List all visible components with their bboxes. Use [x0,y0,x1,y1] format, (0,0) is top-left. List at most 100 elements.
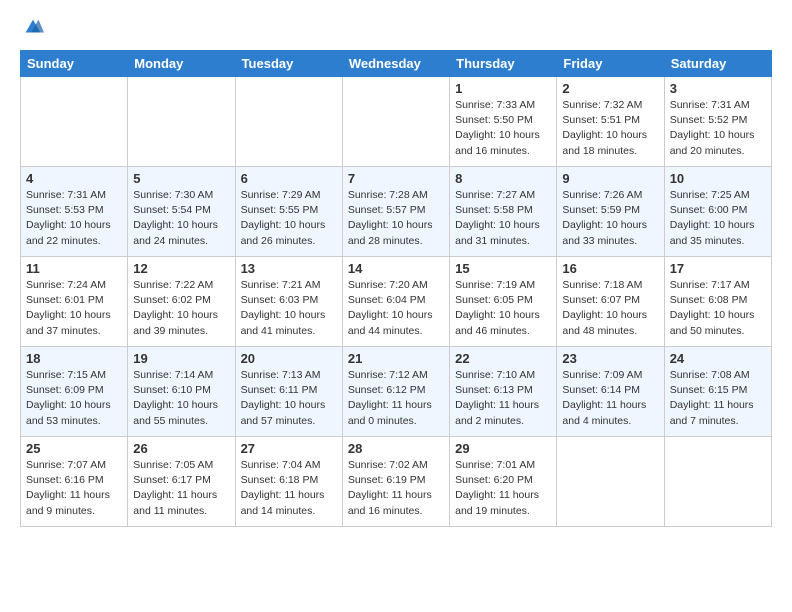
day-number: 2 [562,81,658,96]
col-header-sunday: Sunday [21,51,128,77]
day-info: Sunrise: 7:29 AM Sunset: 5:55 PM Dayligh… [241,188,337,249]
day-cell: 7 Sunrise: 7:28 AM Sunset: 5:57 PM Daylig… [342,167,449,257]
day-info: Sunrise: 7:05 AM Sunset: 6:17 PM Dayligh… [133,458,229,519]
day-number: 4 [26,171,122,186]
day-cell: 15 Sunrise: 7:19 AM Sunset: 6:05 PM Dayli… [450,257,557,347]
day-number: 10 [670,171,766,186]
day-cell: 21 Sunrise: 7:12 AM Sunset: 6:12 PM Dayli… [342,347,449,437]
header [20,16,772,38]
day-info: Sunrise: 7:12 AM Sunset: 6:12 PM Dayligh… [348,368,444,429]
day-cell: 23 Sunrise: 7:09 AM Sunset: 6:14 PM Dayli… [557,347,664,437]
day-info: Sunrise: 7:28 AM Sunset: 5:57 PM Dayligh… [348,188,444,249]
day-info: Sunrise: 7:01 AM Sunset: 6:20 PM Dayligh… [455,458,551,519]
day-cell: 24 Sunrise: 7:08 AM Sunset: 6:15 PM Dayli… [664,347,771,437]
day-info: Sunrise: 7:04 AM Sunset: 6:18 PM Dayligh… [241,458,337,519]
day-cell: 3 Sunrise: 7:31 AM Sunset: 5:52 PM Daylig… [664,77,771,167]
day-number: 21 [348,351,444,366]
day-number: 28 [348,441,444,456]
day-info: Sunrise: 7:25 AM Sunset: 6:00 PM Dayligh… [670,188,766,249]
day-info: Sunrise: 7:15 AM Sunset: 6:09 PM Dayligh… [26,368,122,429]
col-header-tuesday: Tuesday [235,51,342,77]
day-cell: 9 Sunrise: 7:26 AM Sunset: 5:59 PM Daylig… [557,167,664,257]
day-info: Sunrise: 7:10 AM Sunset: 6:13 PM Dayligh… [455,368,551,429]
day-cell: 29 Sunrise: 7:01 AM Sunset: 6:20 PM Dayli… [450,437,557,527]
day-info: Sunrise: 7:20 AM Sunset: 6:04 PM Dayligh… [348,278,444,339]
day-cell: 4 Sunrise: 7:31 AM Sunset: 5:53 PM Daylig… [21,167,128,257]
day-number: 22 [455,351,551,366]
day-number: 25 [26,441,122,456]
day-cell: 1Sunrise: 7:33 AM Sunset: 5:50 PM Daylig… [450,77,557,167]
day-cell: 10 Sunrise: 7:25 AM Sunset: 6:00 PM Dayli… [664,167,771,257]
day-cell: 6 Sunrise: 7:29 AM Sunset: 5:55 PM Daylig… [235,167,342,257]
day-number: 13 [241,261,337,276]
day-number: 3 [670,81,766,96]
day-number: 8 [455,171,551,186]
day-number: 9 [562,171,658,186]
week-row-4: 18Sunrise: 7:15 AM Sunset: 6:09 PM Dayli… [21,347,772,437]
day-cell: 22 Sunrise: 7:10 AM Sunset: 6:13 PM Dayli… [450,347,557,437]
day-number: 15 [455,261,551,276]
day-cell: 18Sunrise: 7:15 AM Sunset: 6:09 PM Dayli… [21,347,128,437]
week-row-3: 11 Sunrise: 7:24 AM Sunset: 6:01 PM Dayli… [21,257,772,347]
day-cell [21,77,128,167]
day-cell: 25 Sunrise: 7:07 AM Sunset: 6:16 PM Dayli… [21,437,128,527]
day-info: Sunrise: 7:02 AM Sunset: 6:19 PM Dayligh… [348,458,444,519]
day-info: Sunrise: 7:19 AM Sunset: 6:05 PM Dayligh… [455,278,551,339]
day-number: 7 [348,171,444,186]
day-cell: 14 Sunrise: 7:20 AM Sunset: 6:04 PM Dayli… [342,257,449,347]
day-number: 1 [455,81,551,96]
day-info: Sunrise: 7:09 AM Sunset: 6:14 PM Dayligh… [562,368,658,429]
day-cell: 17Sunrise: 7:17 AM Sunset: 6:08 PM Dayli… [664,257,771,347]
day-info: Sunrise: 7:24 AM Sunset: 6:01 PM Dayligh… [26,278,122,339]
col-header-saturday: Saturday [664,51,771,77]
day-cell: 13 Sunrise: 7:21 AM Sunset: 6:03 PM Dayli… [235,257,342,347]
day-cell: 8 Sunrise: 7:27 AM Sunset: 5:58 PM Daylig… [450,167,557,257]
week-row-1: 1Sunrise: 7:33 AM Sunset: 5:50 PM Daylig… [21,77,772,167]
day-info: Sunrise: 7:17 AM Sunset: 6:08 PM Dayligh… [670,278,766,339]
logo [20,16,44,38]
day-cell [664,437,771,527]
day-number: 26 [133,441,229,456]
day-number: 14 [348,261,444,276]
col-header-wednesday: Wednesday [342,51,449,77]
day-info: Sunrise: 7:27 AM Sunset: 5:58 PM Dayligh… [455,188,551,249]
header-row: SundayMondayTuesdayWednesdayThursdayFrid… [21,51,772,77]
day-cell: 26 Sunrise: 7:05 AM Sunset: 6:17 PM Dayli… [128,437,235,527]
day-number: 6 [241,171,337,186]
col-header-thursday: Thursday [450,51,557,77]
logo-icon [22,16,44,38]
day-number: 16 [562,261,658,276]
day-number: 27 [241,441,337,456]
page: SundayMondayTuesdayWednesdayThursdayFrid… [0,0,792,543]
day-cell: 2Sunrise: 7:32 AM Sunset: 5:51 PM Daylig… [557,77,664,167]
day-cell: 19 Sunrise: 7:14 AM Sunset: 6:10 PM Dayli… [128,347,235,437]
day-number: 11 [26,261,122,276]
day-cell: 5Sunrise: 7:30 AM Sunset: 5:54 PM Daylig… [128,167,235,257]
day-number: 19 [133,351,229,366]
day-cell: 20 Sunrise: 7:13 AM Sunset: 6:11 PM Dayli… [235,347,342,437]
day-info: Sunrise: 7:31 AM Sunset: 5:53 PM Dayligh… [26,188,122,249]
day-info: Sunrise: 7:14 AM Sunset: 6:10 PM Dayligh… [133,368,229,429]
week-row-2: 4 Sunrise: 7:31 AM Sunset: 5:53 PM Daylig… [21,167,772,257]
day-number: 24 [670,351,766,366]
day-number: 29 [455,441,551,456]
week-row-5: 25 Sunrise: 7:07 AM Sunset: 6:16 PM Dayli… [21,437,772,527]
day-info: Sunrise: 7:13 AM Sunset: 6:11 PM Dayligh… [241,368,337,429]
day-info: Sunrise: 7:26 AM Sunset: 5:59 PM Dayligh… [562,188,658,249]
day-info: Sunrise: 7:21 AM Sunset: 6:03 PM Dayligh… [241,278,337,339]
day-cell: 27 Sunrise: 7:04 AM Sunset: 6:18 PM Dayli… [235,437,342,527]
day-number: 5 [133,171,229,186]
day-number: 23 [562,351,658,366]
day-cell: 16 Sunrise: 7:18 AM Sunset: 6:07 PM Dayli… [557,257,664,347]
day-cell: 11 Sunrise: 7:24 AM Sunset: 6:01 PM Dayli… [21,257,128,347]
day-info: Sunrise: 7:18 AM Sunset: 6:07 PM Dayligh… [562,278,658,339]
day-cell: 12Sunrise: 7:22 AM Sunset: 6:02 PM Dayli… [128,257,235,347]
day-cell: 28 Sunrise: 7:02 AM Sunset: 6:19 PM Dayli… [342,437,449,527]
day-number: 12 [133,261,229,276]
day-info: Sunrise: 7:08 AM Sunset: 6:15 PM Dayligh… [670,368,766,429]
calendar-table: SundayMondayTuesdayWednesdayThursdayFrid… [20,50,772,527]
day-info: Sunrise: 7:07 AM Sunset: 6:16 PM Dayligh… [26,458,122,519]
day-info: Sunrise: 7:31 AM Sunset: 5:52 PM Dayligh… [670,98,766,159]
day-cell [128,77,235,167]
day-number: 20 [241,351,337,366]
